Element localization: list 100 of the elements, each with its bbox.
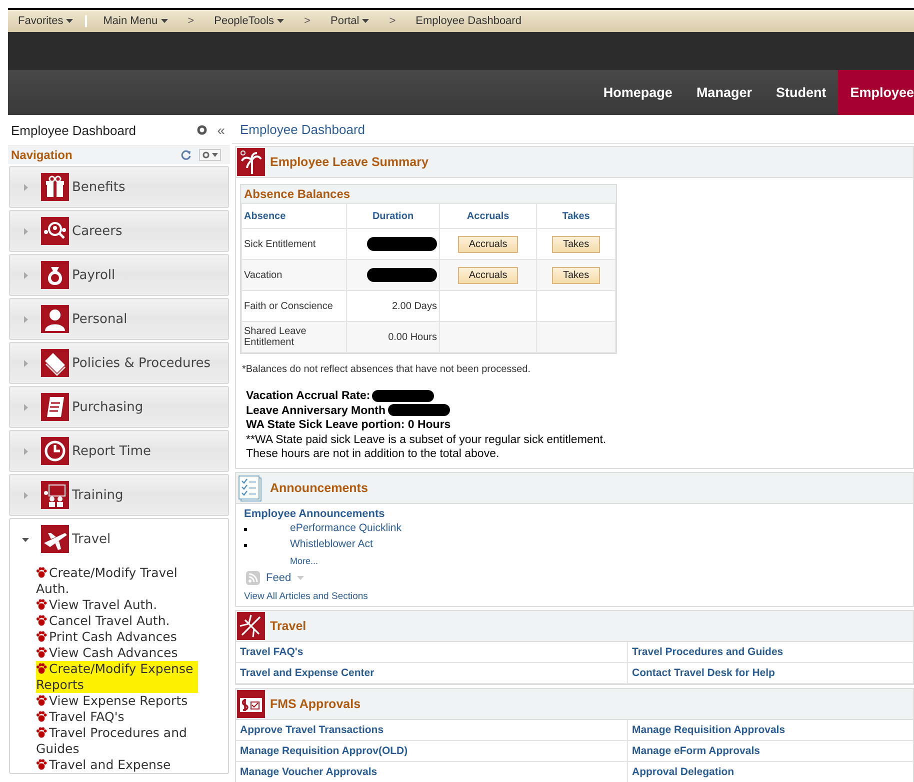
- paw-icon: [36, 631, 47, 642]
- breadcrumb-link[interactable]: Employee Dashboard: [408, 15, 530, 27]
- pagelet-title: FMS Approvals: [270, 696, 361, 710]
- menu-link[interactable]: Cancel Travel Auth.: [36, 613, 198, 629]
- menu-link[interactable]: Travel FAQ's: [36, 709, 198, 725]
- paw-icon: [36, 695, 47, 706]
- chevron-icon: >: [377, 15, 408, 27]
- paw-icon: [36, 615, 47, 626]
- menu-link[interactable]: Print Cash Advances: [36, 629, 198, 645]
- link[interactable]: Contact Travel Desk for Help: [632, 666, 775, 678]
- settings-menu-button[interactable]: [199, 149, 221, 161]
- pagelet-title: Announcements: [270, 480, 368, 494]
- paw-icon: [36, 711, 47, 722]
- link[interactable]: Travel Procedures and Guides: [632, 646, 784, 658]
- menu-link[interactable]: View Travel Auth.: [36, 597, 198, 613]
- paw-icon: [36, 759, 47, 770]
- menu-link[interactable]: Travel Procedures and Guides: [36, 725, 198, 757]
- link[interactable]: View All Articles and Sections: [244, 590, 905, 602]
- magnifier-icon: [41, 217, 69, 245]
- redaction-mark: [367, 268, 437, 282]
- column-header: Accruals: [440, 204, 537, 228]
- accordion-title[interactable]: Personal: [72, 312, 128, 326]
- airplane-icon: [237, 612, 265, 640]
- link[interactable]: Manage Requisition Approv(OLD): [240, 744, 408, 756]
- feed-dropdown[interactable]: Feed: [266, 572, 304, 584]
- page-title: Employee Dashboard: [232, 115, 914, 144]
- link[interactable]: More...: [244, 552, 905, 568]
- accordion-title[interactable]: Policies & Procedures: [72, 356, 211, 370]
- paw-icon: [36, 663, 47, 674]
- bullet-icon: [244, 528, 247, 531]
- redaction-mark: [367, 237, 437, 251]
- bullet-icon: [244, 544, 247, 547]
- table-cell: Shared Leave Entitlement: [242, 322, 346, 352]
- accordion-title[interactable]: Travel: [72, 532, 111, 546]
- person-icon: [41, 305, 69, 333]
- dollar-form-icon: [237, 690, 265, 718]
- menu-link[interactable]: Travel and Expense: [36, 757, 198, 773]
- classroom-icon: [41, 481, 69, 509]
- accordion-title[interactable]: Careers: [72, 224, 122, 238]
- link[interactable]: Employee Announcements: [244, 508, 905, 520]
- paw-icon: [36, 647, 47, 658]
- gift-icon: [41, 173, 69, 201]
- link[interactable]: ePerformance Quicklink: [290, 522, 402, 534]
- column-header: Absence: [242, 204, 346, 228]
- nav-tab[interactable]: Homepage: [591, 70, 684, 115]
- info-text: WA State Sick Leave portion: 0 Hours: [246, 419, 451, 431]
- refresh-icon: [181, 150, 191, 160]
- dropdown-menu[interactable]: Favorites: [8, 15, 88, 27]
- settings-icon: [202, 151, 218, 159]
- collapse-icon[interactable]: «: [217, 122, 225, 138]
- nav-tab[interactable]: Student: [764, 70, 838, 115]
- chevron-icon: >: [292, 15, 322, 27]
- rss-icon: [246, 570, 260, 584]
- link[interactable]: Approval Delegation: [632, 766, 734, 778]
- accordion-title[interactable]: Report Time: [72, 444, 152, 458]
- clock-icon: [41, 437, 69, 465]
- pagelet-title: Employee Leave Summary: [270, 155, 428, 169]
- chevron-icon: >: [176, 15, 206, 27]
- info-text: Leave Anniversary Month: [246, 404, 386, 416]
- menu-link[interactable]: Create/Modify Expense Reports: [36, 661, 198, 693]
- link[interactable]: Whistleblower Act: [290, 538, 373, 550]
- money-bag-icon: [41, 261, 69, 289]
- accordion-title[interactable]: Benefits: [72, 180, 126, 194]
- caret-icon: [297, 576, 304, 580]
- palm-tree-icon: [237, 148, 265, 176]
- dropdown-menu[interactable]: Main Menu: [95, 15, 176, 27]
- nav-tab[interactable]: Manager: [684, 70, 764, 115]
- accordion-title[interactable]: Training: [72, 488, 124, 502]
- accordion-title[interactable]: Purchasing: [72, 400, 144, 414]
- checklist-icon: [41, 393, 69, 421]
- paw-icon: [36, 567, 47, 578]
- footnote: *Balances do not reflect absences that have not been processed.: [242, 364, 532, 375]
- menu-link[interactable]: View Cash Advances: [36, 645, 198, 661]
- papers-icon: [41, 349, 69, 377]
- paw-icon: [36, 727, 47, 738]
- pagelet-title: Travel: [270, 618, 306, 632]
- link[interactable]: Manage Voucher Approvals: [240, 766, 378, 778]
- link[interactable]: Travel FAQ's: [240, 646, 304, 658]
- table-cell: 0.00 Hours: [346, 322, 440, 352]
- dropdown-menu[interactable]: PeopleTools: [206, 15, 292, 27]
- table-title: Absence Balances: [241, 185, 616, 203]
- paw-icon: [36, 599, 47, 610]
- info-text: **WA State paid sick Leave is a subset of your regular sick entitlement.: [246, 434, 606, 446]
- dropdown-menu[interactable]: Portal: [322, 15, 378, 27]
- menu-link[interactable]: View Expense Reports: [36, 693, 198, 709]
- info-text: Vacation Accrual Rate:: [246, 390, 370, 402]
- accruals-button[interactable]: Accruals: [458, 266, 518, 284]
- link[interactable]: Manage eForm Approvals: [632, 744, 760, 756]
- menu-link[interactable]: Create/Modify Travel Auth.: [36, 565, 198, 597]
- link[interactable]: Manage Requisition Approvals: [632, 724, 786, 736]
- navigation-label: Navigation: [11, 148, 74, 162]
- settings-icon: [197, 125, 208, 135]
- accordion-title[interactable]: Payroll: [72, 268, 116, 282]
- link[interactable]: Travel and Expense Center: [240, 666, 374, 678]
- takes-button[interactable]: Takes: [552, 236, 600, 252]
- link[interactable]: Approve Travel Transactions: [240, 724, 384, 736]
- nav-tab[interactable]: Employee: [838, 70, 914, 115]
- column-header: Takes: [536, 204, 616, 228]
- takes-button[interactable]: Takes: [552, 266, 600, 284]
- accruals-button[interactable]: Accruals: [458, 236, 518, 252]
